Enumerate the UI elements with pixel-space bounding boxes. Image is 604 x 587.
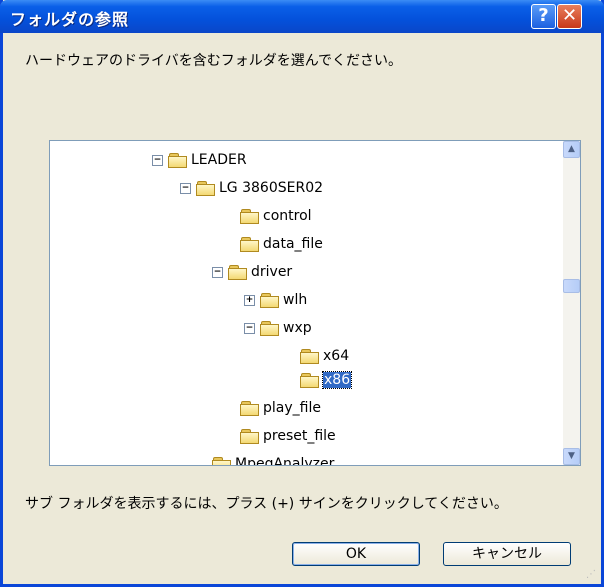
tree-item-label: driver (251, 264, 293, 280)
tree-item-driver[interactable]: − driver (212, 261, 292, 283)
close-button[interactable]: ✕ (557, 4, 582, 29)
resize-grip-icon[interactable]: ⋰ (586, 569, 598, 581)
folder-icon (300, 373, 319, 388)
tree-item-label: LEADER (191, 152, 247, 168)
scroll-thumb[interactable] (563, 279, 580, 293)
tree-item-data-file[interactable]: data_file (240, 233, 323, 255)
tree-item-play-file[interactable]: play_file (240, 397, 321, 419)
folder-icon (196, 181, 215, 196)
folder-icon (240, 429, 259, 444)
folder-icon (212, 457, 231, 465)
tree-item-leader[interactable]: − LEADER (152, 149, 247, 171)
cancel-button[interactable]: キャンセル (443, 542, 571, 566)
ok-button[interactable]: OK (292, 542, 420, 566)
expand-icon[interactable]: + (244, 294, 255, 306)
tree-item-preset-file[interactable]: preset_file (240, 425, 336, 447)
collapse-icon[interactable]: − (152, 154, 163, 166)
collapse-icon[interactable]: − (180, 182, 191, 194)
tree-item-mpeganalyzer[interactable]: MpegAnalyzer (212, 453, 335, 466)
tree-item-x86-selected[interactable]: x86 (300, 369, 353, 391)
tree-item-label: LG 3860SER02 (219, 180, 324, 196)
tree-item-label: control (263, 208, 312, 224)
collapse-icon[interactable]: − (244, 322, 255, 334)
folder-icon (240, 209, 259, 224)
tree-item-label: wlh (283, 292, 308, 308)
folder-tree[interactable]: − LEADER − LG 3860SER02 control data_file … (49, 140, 581, 466)
title-bar[interactable]: フォルダの参照 ? ✕ (0, 0, 604, 33)
folder-icon (240, 237, 259, 252)
folder-browse-dialog: フォルダの参照 ? ✕ ハードウェアのドライバを含むフォルダを選んでください。 … (0, 0, 604, 587)
tree-item-lg3860ser02[interactable]: − LG 3860SER02 (180, 177, 323, 199)
tree-item-wxp[interactable]: − wxp (244, 317, 312, 339)
folder-icon (260, 293, 279, 308)
folder-icon (260, 321, 279, 336)
folder-icon (228, 265, 247, 280)
tree-item-label: preset_file (263, 428, 336, 444)
folder-icon (240, 401, 259, 416)
tree-item-label: x64 (323, 348, 350, 364)
vertical-scrollbar[interactable]: ▲ ▼ (563, 141, 580, 465)
hint-text: サブ フォルダを表示するには、プラス (+) サインをクリックしてください。 (25, 496, 508, 512)
folder-icon (168, 153, 187, 168)
scroll-up-button[interactable]: ▲ (563, 141, 580, 158)
instruction-text: ハードウェアのドライバを含むフォルダを選んでください。 (25, 53, 403, 69)
dialog-title: フォルダの参照 (10, 10, 130, 29)
tree-item-x64[interactable]: x64 (300, 345, 349, 367)
folder-icon (300, 349, 319, 364)
tree-item-label: x86 (321, 371, 353, 389)
collapse-icon[interactable]: − (212, 266, 223, 278)
tree-item-wlh[interactable]: + wlh (244, 289, 307, 311)
tree-item-label: wxp (283, 320, 312, 336)
scroll-down-button[interactable]: ▼ (563, 448, 580, 465)
tree-item-label: MpegAnalyzer (235, 456, 335, 466)
help-button[interactable]: ? (531, 4, 556, 29)
tree-item-label: data_file (263, 236, 323, 252)
tree-item-label: play_file (263, 400, 321, 416)
tree-item-control[interactable]: control (240, 205, 312, 227)
